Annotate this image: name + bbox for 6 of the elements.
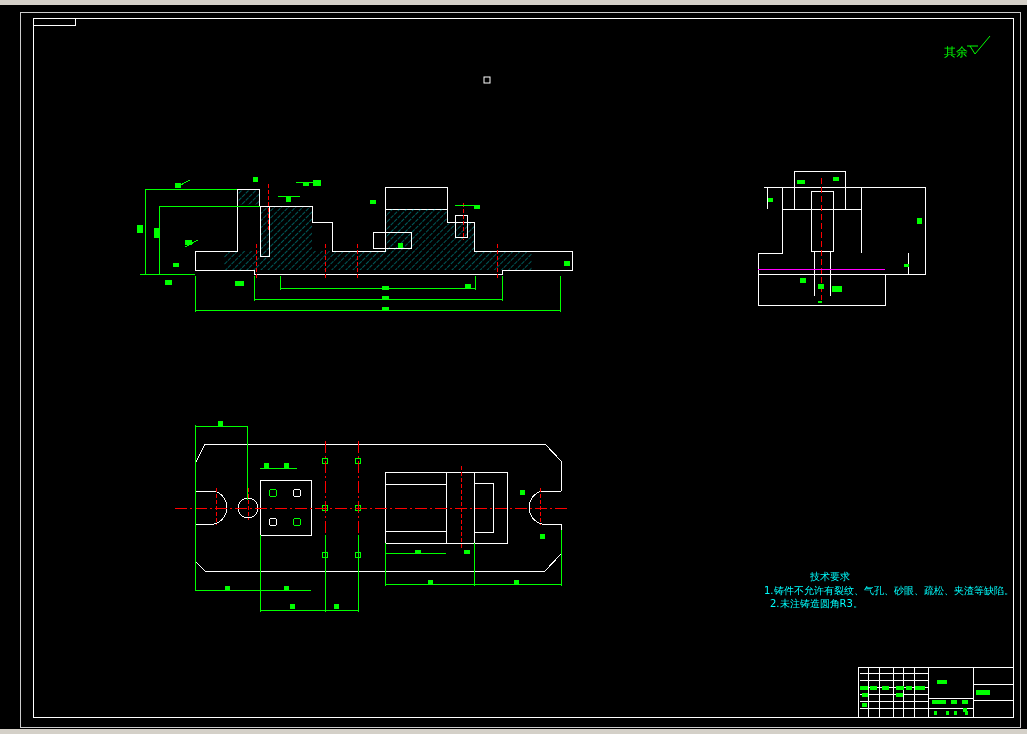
surface-roughness-icon <box>966 35 991 55</box>
requirement-line: 2.未注铸造圆角R3。 <box>770 598 863 609</box>
requirements-title: 技术要求 <box>810 571 850 582</box>
grip-marker <box>483 76 491 84</box>
requirement-line: 1.铸件不允许有裂纹、气孔、砂眼、疏松、夹渣等缺陷。 <box>764 585 1014 596</box>
roughness-note: 其余 <box>944 45 968 59</box>
